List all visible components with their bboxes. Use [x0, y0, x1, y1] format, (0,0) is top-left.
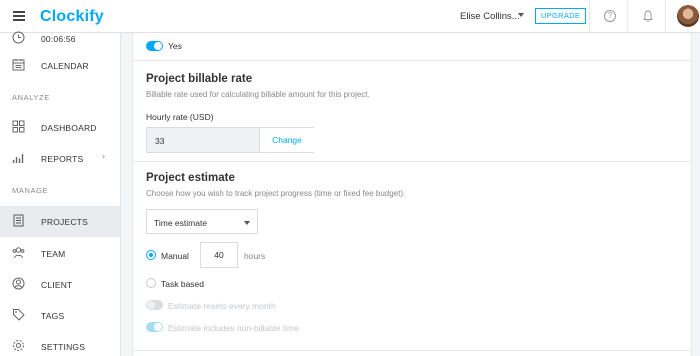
section-label-manage: MANAGE — [12, 186, 49, 195]
sidebar-item-label: TAGS — [41, 311, 65, 321]
sidebar: 00:06:56 CALENDAR ANALYZE DASHBOARD REPO… — [0, 31, 121, 356]
sidebar-item-client[interactable]: CLIENT — [0, 269, 120, 300]
user-menu[interactable]: Elise Collins... — [460, 11, 520, 22]
chevron-down-icon — [244, 221, 250, 225]
chevron-right-icon: › — [102, 151, 105, 161]
sidebar-item-settings[interactable]: SETTINGS — [0, 331, 120, 356]
sidebar-item-label: REPORTS — [41, 154, 84, 164]
client-icon — [12, 277, 25, 290]
help-icon[interactable]: ? — [604, 10, 616, 22]
hours-unit-label: hours — [244, 251, 266, 261]
divider — [589, 0, 590, 33]
billable-rate-description: Billable rate used for calculating billa… — [146, 90, 370, 99]
sidebar-item-label: PROJECTS — [41, 217, 88, 227]
estimate-resets-toggle — [146, 300, 163, 310]
document-icon — [13, 214, 24, 227]
upgrade-button[interactable]: UPGRADE — [535, 8, 587, 24]
sidebar-item-label: 00:06:56 — [41, 34, 76, 44]
manual-radio[interactable] — [146, 250, 156, 260]
bell-icon[interactable] — [641, 9, 655, 23]
task-based-label: Task based — [161, 279, 204, 289]
team-icon — [12, 247, 25, 259]
hourly-rate-value: 33 — [155, 136, 165, 146]
sidebar-item-calendar[interactable]: CALENDAR — [0, 50, 120, 81]
bar-chart-icon — [12, 154, 24, 163]
estimate-type-select[interactable]: Time estimate — [146, 209, 258, 234]
gear-icon — [13, 340, 24, 351]
divider — [133, 350, 691, 351]
hourly-rate-field: 33 Change — [146, 127, 314, 153]
billable-toggle-label: Yes — [168, 41, 182, 51]
tag-icon — [13, 309, 25, 321]
avatar[interactable] — [677, 5, 699, 27]
sidebar-item-tags[interactable]: TAGS — [0, 300, 120, 331]
billable-toggle[interactable] — [146, 41, 163, 51]
sidebar-item-reports[interactable]: REPORTS › — [0, 143, 120, 174]
divider — [627, 0, 628, 33]
sidebar-item-label: DASHBOARD — [41, 123, 97, 133]
billable-rate-title: Project billable rate — [146, 73, 253, 85]
task-based-radio[interactable] — [146, 278, 156, 288]
project-settings-card: Yes Project billable rate Billable rate … — [132, 33, 692, 356]
clock-icon — [12, 31, 25, 44]
sidebar-item-projects[interactable]: PROJECTS — [0, 206, 120, 237]
hourly-rate-label: Hourly rate (USD) — [146, 112, 214, 122]
divider — [665, 0, 666, 33]
include-non-billable-toggle — [146, 322, 163, 332]
project-estimate-description: Choose how you wish to track project pro… — [146, 189, 406, 198]
main-content: Yes Project billable rate Billable rate … — [121, 33, 700, 356]
sidebar-item-dashboard[interactable]: DASHBOARD — [0, 112, 120, 143]
calendar-icon — [12, 59, 25, 71]
manual-label: Manual — [161, 251, 189, 261]
sidebar-item-label: CLIENT — [41, 280, 73, 290]
divider — [133, 60, 691, 61]
sidebar-item-label: TEAM — [41, 249, 66, 259]
divider — [133, 161, 691, 162]
hours-input[interactable]: 40 — [200, 242, 238, 268]
sidebar-item-label: CALENDAR — [41, 61, 89, 71]
chevron-down-icon[interactable] — [518, 13, 524, 17]
change-rate-button[interactable]: Change — [259, 128, 314, 152]
sidebar-item-team[interactable]: TEAM — [0, 238, 120, 269]
section-label-analyze: ANALYZE — [12, 93, 50, 102]
menu-icon[interactable] — [13, 11, 25, 21]
include-non-billable-label: Estimate includes non-billable time — [168, 323, 299, 333]
project-estimate-title: Project estimate — [146, 172, 235, 184]
dashboard-icon — [12, 120, 25, 133]
estimate-resets-label: Estimate resets every month — [168, 301, 276, 311]
sidebar-item-label: SETTINGS — [41, 342, 86, 352]
estimate-type-value: Time estimate — [154, 218, 208, 228]
